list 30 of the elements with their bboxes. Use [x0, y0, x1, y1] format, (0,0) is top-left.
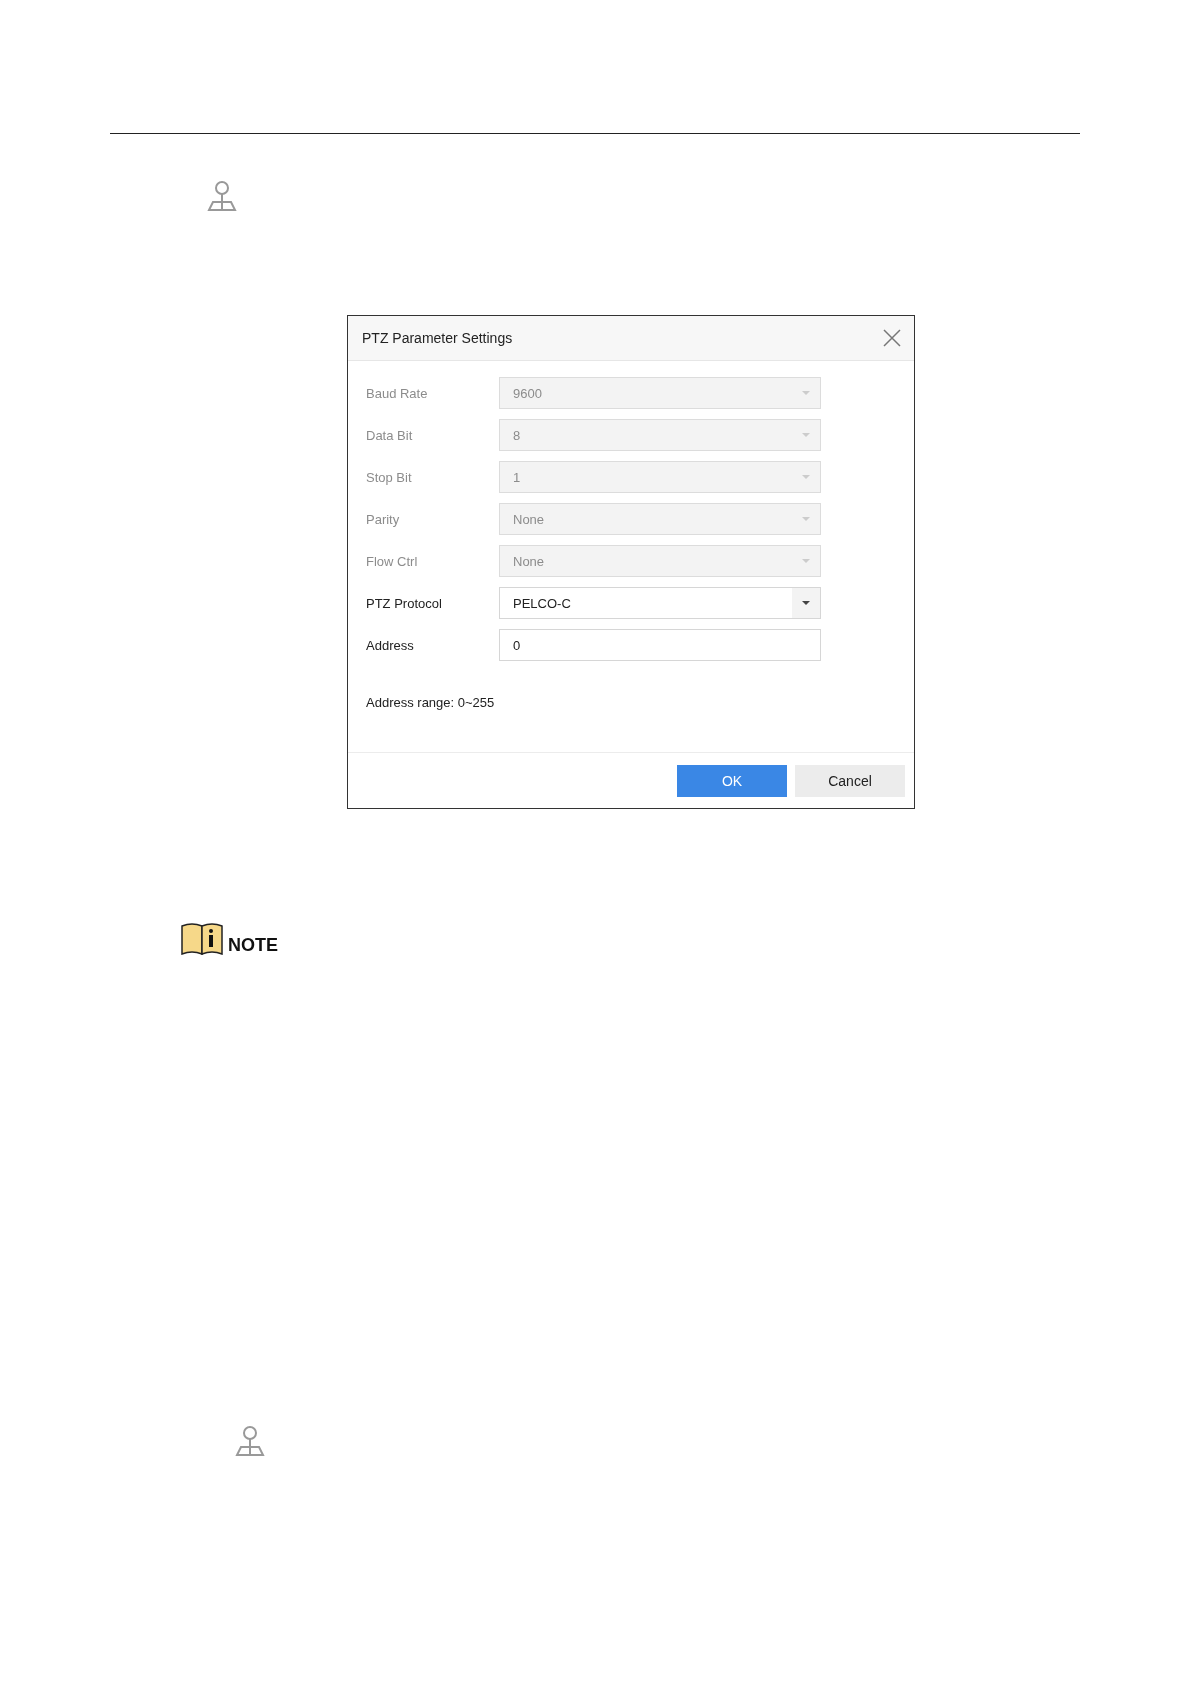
field-value: 1: [512, 469, 522, 485]
field-value: 0: [512, 637, 522, 653]
caret-icon: [802, 433, 810, 437]
field-label: Data Bit: [366, 427, 414, 443]
field-value: PELCO-C: [512, 595, 572, 611]
field-label: Baud Rate: [366, 385, 429, 401]
caret-icon: [802, 517, 810, 521]
cancel-button[interactable]: Cancel: [795, 764, 905, 797]
map-pin-icon: [233, 1425, 267, 1459]
caret-icon: [802, 559, 810, 563]
address-range-hint: Address range: 0~255: [366, 695, 496, 710]
field-value: 9600: [512, 385, 543, 401]
field-label: Stop Bit: [366, 469, 413, 485]
field-value: None: [512, 553, 546, 569]
dialog-title: PTZ Parameter Settings: [362, 330, 513, 346]
field-label: Parity: [366, 511, 401, 527]
dropdown-field[interactable]: PELCO-C: [499, 587, 821, 619]
caret-icon: [802, 475, 810, 479]
caret-icon: [802, 391, 810, 395]
field-label: Flow Ctrl: [366, 553, 419, 569]
book-icon: [180, 922, 224, 956]
map-pin-icon: [205, 180, 239, 214]
field-value: None: [512, 511, 546, 527]
field-label: Address: [366, 637, 415, 653]
note-label: NOTE: [228, 936, 278, 954]
field-value: 8: [512, 427, 522, 443]
input-field[interactable]: 0: [499, 629, 821, 661]
field-label: PTZ Protocol: [366, 595, 443, 611]
ok-button[interactable]: OK: [677, 764, 787, 797]
caret-icon: [802, 601, 810, 605]
